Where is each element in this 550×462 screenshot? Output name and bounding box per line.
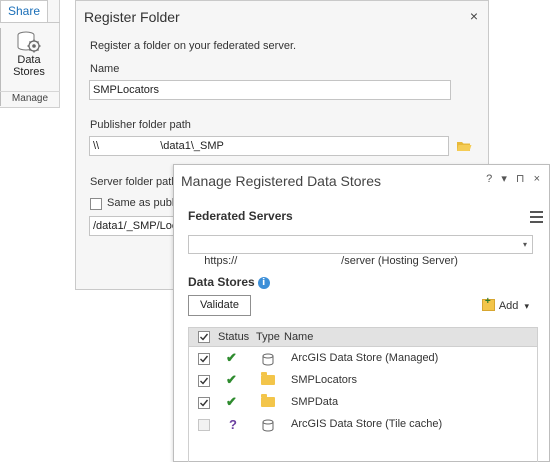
table-row[interactable]: ? ArcGIS Data Store (Tile cache) <box>189 414 537 436</box>
chevron-down-icon: ▾ <box>522 240 527 249</box>
tab-share[interactable]: Share <box>0 0 48 22</box>
server-select[interactable]: https:// /server (Hosting Server) ▾ <box>188 235 533 267</box>
server-path-label: Server folder path <box>90 176 178 188</box>
row-checkbox[interactable] <box>198 353 210 365</box>
row-checkbox[interactable] <box>198 419 210 431</box>
data-store-name: SMPData <box>291 396 339 408</box>
ribbon-tab-line <box>0 22 60 23</box>
federated-servers-heading: Federated Servers <box>188 209 293 223</box>
data-stores-heading-label: Data Stores <box>188 275 255 289</box>
same-as-publisher-checkbox[interactable] <box>90 198 102 210</box>
add-folder-icon <box>481 296 495 311</box>
status-ok-icon: ✔ <box>226 394 237 409</box>
dialog-title: Register Folder <box>84 9 180 25</box>
row-checkbox[interactable] <box>198 397 210 409</box>
validate-button[interactable]: Validate <box>188 295 251 316</box>
folder-icon <box>261 394 275 407</box>
ribbon: Share Data Stores Manage <box>0 0 60 108</box>
row-checkbox[interactable] <box>198 375 210 387</box>
info-icon[interactable]: i <box>257 277 270 289</box>
close-icon[interactable]: × <box>470 8 478 24</box>
table-header: Status Type Name <box>189 328 537 347</box>
database-icon <box>262 419 274 432</box>
column-type[interactable]: Type <box>256 331 280 343</box>
data-store-name: ArcGIS Data Store (Managed) <box>291 352 439 364</box>
browse-folder-icon[interactable] <box>456 138 472 154</box>
server-select-value: https:// /server (Hosting Server) <box>204 255 458 267</box>
menu-icon[interactable] <box>530 211 543 226</box>
checkmark-icon <box>200 377 209 385</box>
group-label: Manage <box>11 93 49 104</box>
dialog-description: Register a folder on your federated serv… <box>90 40 297 52</box>
data-stores-heading: Data Stores i <box>188 275 270 289</box>
folder-icon <box>261 372 275 385</box>
data-stores-label-2: Stores <box>13 66 45 78</box>
ribbon-separator <box>0 28 1 94</box>
data-stores-label-1: Data <box>17 54 41 66</box>
table-row[interactable]: ✔ SMPData <box>189 392 537 414</box>
checkmark-icon <box>200 399 209 407</box>
group-separator <box>0 92 1 106</box>
data-store-name: SMPLocators <box>291 374 358 386</box>
column-name[interactable]: Name <box>284 331 313 343</box>
status-unknown-icon: ? <box>229 417 237 432</box>
status-ok-icon: ✔ <box>226 350 237 365</box>
add-button-label: Add <box>498 300 519 312</box>
name-label: Name <box>90 63 120 75</box>
checkmark-icon <box>200 355 209 363</box>
data-stores-button[interactable]: Data Stores <box>8 28 50 86</box>
checkmark-icon <box>200 333 209 341</box>
table-row[interactable]: ✔ SMPLocators <box>189 370 537 392</box>
ribbon-group-manage: Manage <box>0 91 60 106</box>
manage-dialog-title: Manage Registered Data Stores <box>181 173 381 189</box>
select-all-checkbox[interactable] <box>198 331 210 343</box>
data-store-name: ArcGIS Data Store (Tile cache) <box>291 418 443 430</box>
name-field[interactable]: SMPLocators <box>89 80 451 100</box>
publisher-path-field[interactable]: \\ \data1\_SMP <box>89 136 449 156</box>
manage-data-stores-dialog: Manage Registered Data Stores ? ▾ ⊓ × Fe… <box>173 164 550 462</box>
window-controls[interactable]: ? ▾ ⊓ × <box>486 172 543 185</box>
chevron-down-icon: ▾ <box>524 301 529 311</box>
database-icon <box>262 353 274 366</box>
data-stores-table: Status Type Name ✔ ArcGIS Data Store (Man… <box>188 327 538 462</box>
status-ok-icon: ✔ <box>226 372 237 387</box>
publisher-path-label: Publisher folder path <box>90 119 191 131</box>
add-button[interactable]: Add ▾ <box>481 296 529 312</box>
same-as-publisher-label: Same as publis <box>107 197 183 209</box>
database-gear-icon <box>17 31 41 53</box>
table-row[interactable]: ✔ ArcGIS Data Store (Managed) <box>189 348 537 370</box>
column-status[interactable]: Status <box>218 331 249 343</box>
